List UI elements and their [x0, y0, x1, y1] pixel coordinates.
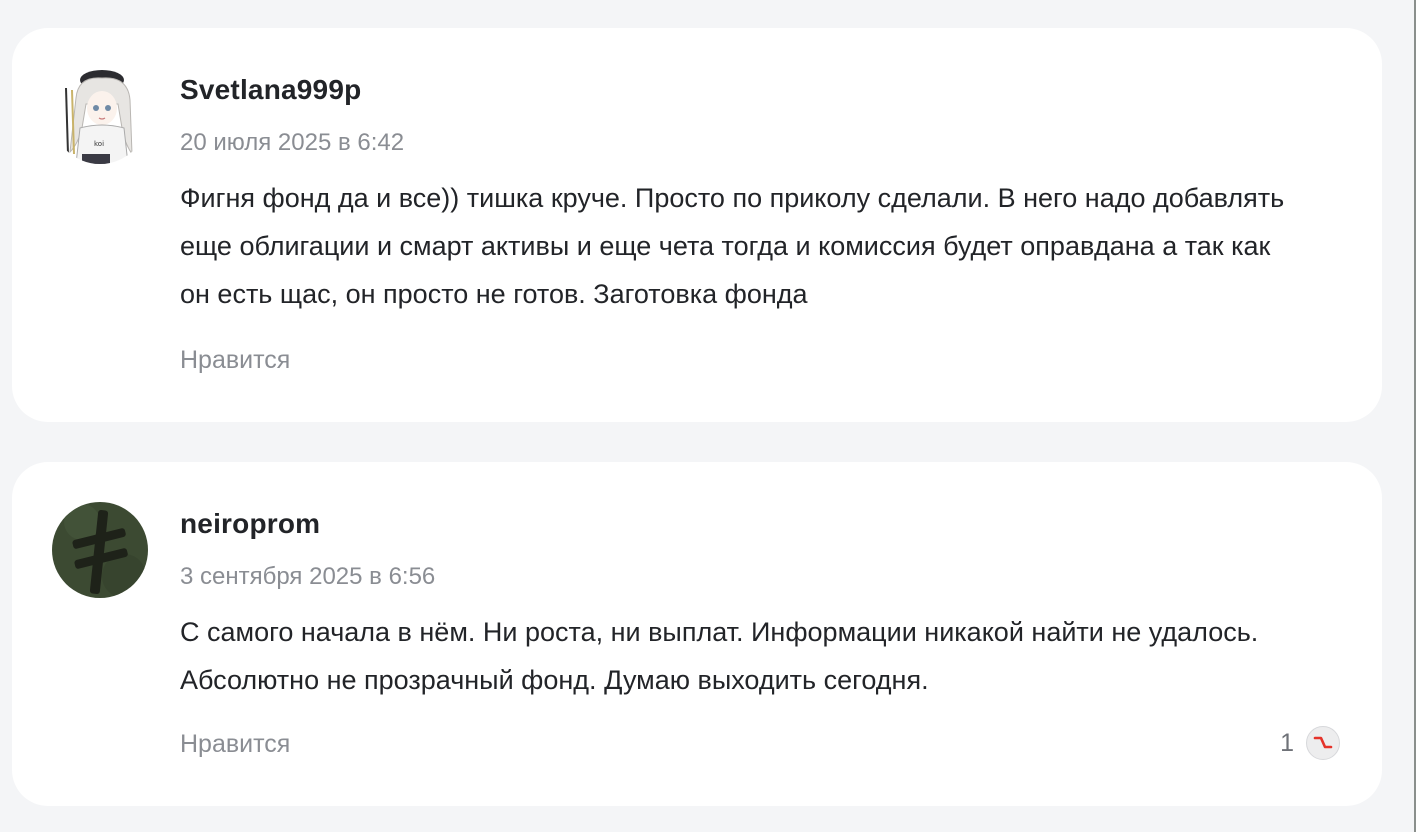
anime-girl-avatar-icon: koi [52, 68, 148, 164]
reaction-count: 1 [1280, 728, 1294, 757]
chart-down-icon [1306, 726, 1340, 760]
comment-card: neiroprom 3 сентября 2025 в 6:56 С самог… [12, 462, 1382, 806]
comment-author[interactable]: Svetlana999p [180, 74, 361, 106]
avatar[interactable]: koi [52, 68, 148, 164]
like-button[interactable]: Нравится [180, 730, 290, 759]
cross-avatar-icon [52, 502, 148, 598]
comment-text: Фигня фонд да и все)) тишка круче. Прост… [180, 183, 1285, 309]
comment-text: С самого начала в нём. Ни роста, ни выпл… [180, 617, 1259, 695]
comment-card: koi Svetlana999p 20 июля 2025 в 6:42 Фиг… [12, 28, 1382, 422]
svg-text:koi: koi [94, 140, 104, 148]
comment-author[interactable]: neiroprom [180, 508, 320, 540]
reaction-badge[interactable]: 1 [1280, 726, 1340, 760]
comment-date[interactable]: 20 июля 2025 в 6:42 [180, 129, 404, 157]
avatar[interactable] [52, 502, 148, 598]
comments-page: koi Svetlana999p 20 июля 2025 в 6:42 Фиг… [0, 0, 1416, 832]
comment-date[interactable]: 3 сентября 2025 в 6:56 [180, 563, 435, 591]
like-button[interactable]: Нравится [180, 346, 290, 375]
